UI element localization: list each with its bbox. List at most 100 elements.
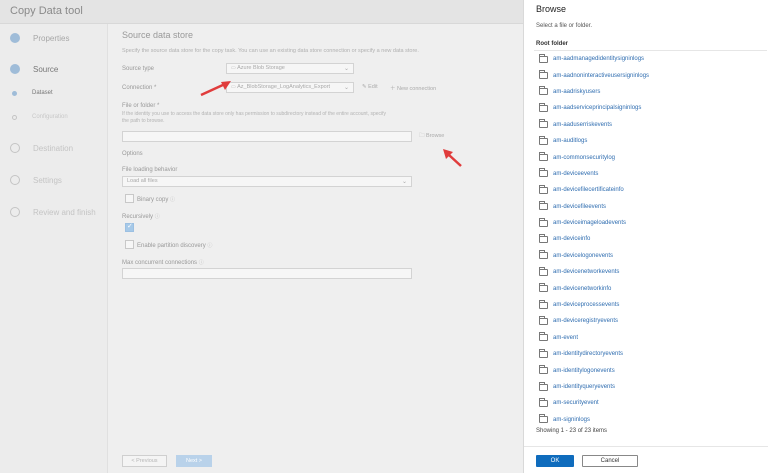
info-icon: ⓘ xyxy=(154,214,160,220)
substep-dot-icon xyxy=(12,114,17,120)
list-item[interactable]: am-deviceevents xyxy=(534,166,767,182)
source-type-label: Source type xyxy=(122,66,155,72)
list-item[interactable]: am-deviceregistryevents xyxy=(534,313,767,329)
step-pending-icon xyxy=(10,143,20,153)
step-complete-icon xyxy=(10,33,20,43)
step-label: Review and finish xyxy=(33,207,96,217)
form-description: Specify the source data store for the co… xyxy=(122,48,419,54)
root-folder-label: Root folder xyxy=(536,41,568,47)
wizard-steps: Properties Source Dataset Configuration … xyxy=(0,24,108,473)
substep-dot-icon xyxy=(12,90,17,96)
file-folder-input[interactable] xyxy=(122,131,412,142)
list-item[interactable]: am-securityevent xyxy=(534,395,767,411)
folder-icon xyxy=(539,201,548,211)
previous-button[interactable]: < Previous xyxy=(122,455,167,467)
list-item[interactable]: am-devicenetworkinfo xyxy=(534,280,767,296)
max-connections-input[interactable] xyxy=(122,268,412,279)
cancel-button[interactable]: Cancel xyxy=(582,455,638,467)
list-item[interactable]: am-identitydirectoryevents xyxy=(534,346,767,362)
file-loading-select[interactable]: Load all files ⌄ xyxy=(122,176,412,187)
list-item[interactable]: am-devicenetworkevents xyxy=(534,264,767,280)
list-item[interactable]: am-devicefilecertificateinfo xyxy=(534,182,767,198)
folder-icon xyxy=(539,348,548,358)
step-source[interactable]: Source xyxy=(10,62,58,76)
list-item[interactable]: am-aadriskyusers xyxy=(534,84,767,100)
step-label: Destination xyxy=(33,143,74,153)
annotation-arrow-connection xyxy=(200,81,231,97)
step-dataset[interactable]: Dataset xyxy=(10,86,53,100)
tool-title: Copy Data tool xyxy=(10,5,83,17)
step-label: Dataset xyxy=(32,90,53,96)
list-item[interactable]: am-aadnoninteractiveusersigninlogs xyxy=(534,67,767,83)
form-title: Source data store xyxy=(122,30,194,40)
chevron-down-icon: ⌄ xyxy=(343,85,349,91)
step-pending-icon xyxy=(10,207,20,217)
folder-icon xyxy=(539,53,548,63)
list-item[interactable]: am-event xyxy=(534,330,767,346)
step-pending-icon xyxy=(10,175,20,185)
list-item[interactable]: am-identitylogonevents xyxy=(534,362,767,378)
source-type-select[interactable]: ▭ Azure Blob Storage ⌄ xyxy=(226,63,354,74)
info-icon: ⓘ xyxy=(198,260,204,266)
folder-icon xyxy=(539,119,548,129)
folder-icon xyxy=(539,217,548,227)
ok-button[interactable]: OK xyxy=(536,455,574,467)
folder-icon xyxy=(539,365,548,375)
binary-copy-checkbox[interactable] xyxy=(125,194,134,203)
browse-button[interactable]: 🗀 Browse xyxy=(419,132,444,141)
chevron-down-icon: ⌄ xyxy=(401,179,407,185)
list-item[interactable]: am-deviceprocessevents xyxy=(534,297,767,313)
file-folder-label: File or folder * xyxy=(122,103,160,109)
recursively-checkbox[interactable] xyxy=(125,222,134,232)
step-properties[interactable]: Properties xyxy=(10,31,69,45)
partition-discovery-label: Enable partition discovery ⓘ xyxy=(137,243,213,249)
folder-icon xyxy=(539,152,548,162)
info-icon: ⓘ xyxy=(170,197,176,203)
recursively-label: Recursively ⓘ xyxy=(122,214,160,220)
folder-icon xyxy=(539,315,548,325)
folder-icon xyxy=(539,299,548,309)
list-item[interactable]: am-deviceimageloadevents xyxy=(534,215,767,231)
browse-panel: Browse Select a file or folder. Root fol… xyxy=(523,0,768,473)
step-label: Properties xyxy=(33,33,70,43)
folder-icon xyxy=(539,250,548,260)
list-item[interactable]: am-devicefileevents xyxy=(534,199,767,215)
file-folder-note: If the identity you use to access the da… xyxy=(122,111,387,124)
step-label: Source xyxy=(33,64,59,74)
list-item[interactable]: am-auditlogs xyxy=(534,133,767,149)
connection-label: Connection * xyxy=(122,85,157,91)
folder-icon xyxy=(539,102,548,112)
copy-data-tool: Copy Data tool Properties Source Dataset… xyxy=(0,0,523,473)
list-item[interactable]: am-aadserviceprincipalsigninlogs xyxy=(534,100,767,116)
step-destination[interactable]: Destination xyxy=(10,141,73,155)
folder-icon xyxy=(539,283,548,293)
folder-icon xyxy=(539,233,548,243)
folder-icon xyxy=(539,86,548,96)
list-item[interactable]: am-aadmanagedidentitysigninlogs xyxy=(534,51,767,67)
list-item[interactable]: am-aaduserriskevents xyxy=(534,117,767,133)
step-configuration[interactable]: Configuration xyxy=(10,110,68,124)
folder-icon xyxy=(539,266,548,276)
source-data-store-form: Source data store Specify the source dat… xyxy=(122,24,517,444)
browse-title: Browse xyxy=(536,4,567,14)
list-item[interactable]: am-deviceinfo xyxy=(534,231,767,247)
step-label: Settings xyxy=(33,175,62,185)
items-count-status: Showing 1 - 23 of 23 items xyxy=(536,428,608,434)
plus-icon: ＋ xyxy=(390,86,398,92)
list-item[interactable]: am-signinlogs xyxy=(534,412,767,425)
list-item[interactable]: am-devicelogonevents xyxy=(534,248,767,264)
tool-header: Copy Data tool xyxy=(0,0,523,24)
edit-connection-button[interactable]: ✎ Edit xyxy=(362,84,378,90)
list-item[interactable]: am-identityqueryevents xyxy=(534,379,767,395)
list-item[interactable]: am-commonsecuritylog xyxy=(534,149,767,165)
step-current-icon xyxy=(10,64,20,74)
folder-icon xyxy=(539,332,548,342)
step-settings[interactable]: Settings xyxy=(10,173,62,187)
folder-icon xyxy=(539,381,548,391)
connection-select[interactable]: ▭ Az_BlobStorage_LogAnalytics_Export ⌄ xyxy=(226,82,354,93)
step-review-finish[interactable]: Review and finish xyxy=(10,205,96,219)
new-connection-button[interactable]: ＋ New connection xyxy=(390,84,436,92)
partition-discovery-checkbox[interactable] xyxy=(125,240,134,249)
options-label: Options xyxy=(122,151,143,157)
next-button[interactable]: Next > xyxy=(176,455,212,467)
